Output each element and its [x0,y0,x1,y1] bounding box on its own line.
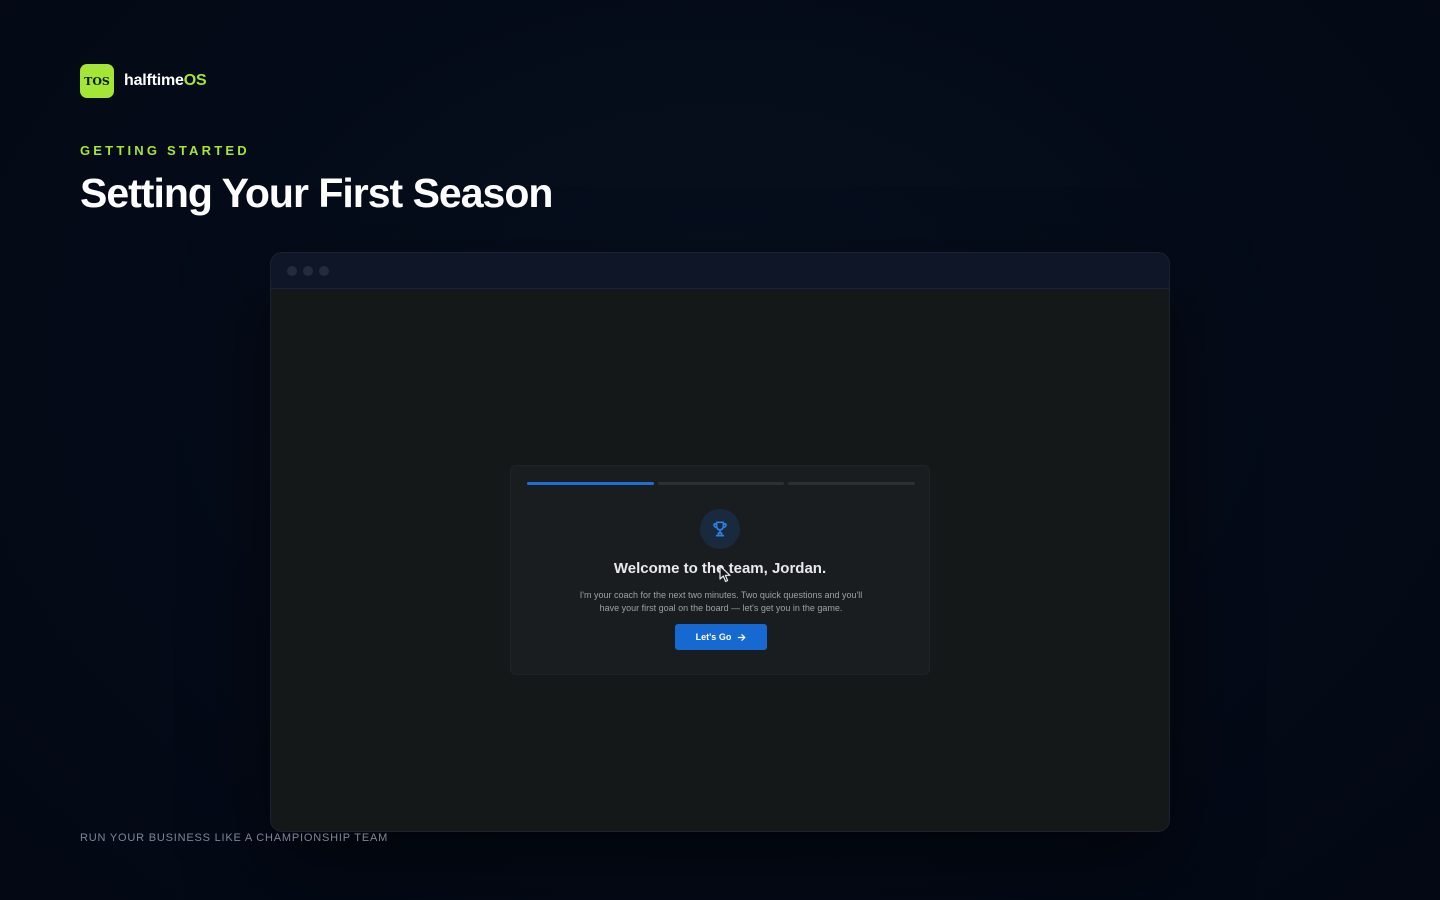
lets-go-button[interactable]: Let's Go [675,624,767,650]
arrow-right-icon [738,633,746,641]
onboarding-body: I'm your coach for the next two minutes.… [579,590,863,613]
brand-name-primary: halftime [124,72,184,89]
browser-window: Welcome to the team, Jordan. I'm your co… [270,252,1170,832]
trophy-icon [713,521,727,537]
trophy-badge [700,509,740,549]
onboarding-card: Welcome to the team, Jordan. I'm your co… [510,465,930,675]
window-maximize-dot[interactable] [319,265,329,276]
progress-step-3 [788,482,916,485]
window-minimize-dot[interactable] [303,265,313,276]
onboarding-title: Welcome to the team, Jordan. [613,560,827,577]
progress-step-2 [657,482,785,485]
app-viewport: Welcome to the team, Jordan. I'm your co… [271,289,1169,831]
section-eyebrow: GETTING STARTED [80,143,250,158]
page: TOS halftimeOS GETTING STARTED Setting Y… [0,0,1440,900]
progress-bar [527,482,916,485]
brand-logo: TOS [80,64,114,98]
lets-go-label: Let's Go [695,632,732,642]
page-title: Setting Your First Season [80,170,553,216]
footer-tagline: RUN YOUR BUSINESS LIKE A CHAMPIONSHIP TE… [80,832,389,844]
progress-step-1 [527,482,654,485]
brand: TOS halftimeOS [80,64,207,98]
window-close-dot[interactable] [287,265,297,276]
browser-title-bar [271,253,1169,289]
brand-name: halftimeOS [124,72,207,90]
brand-name-accent: OS [183,72,207,89]
